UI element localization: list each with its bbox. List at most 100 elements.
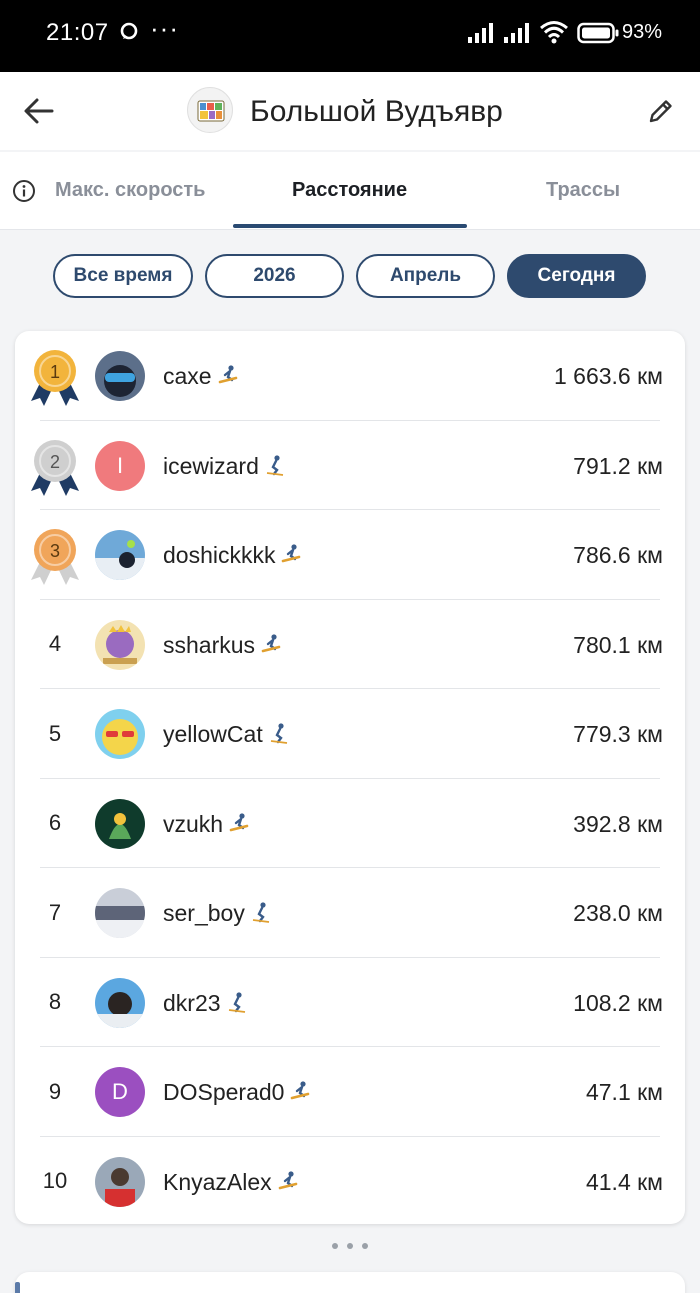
- username-text: KnyazAlex: [163, 1168, 272, 1195]
- signal-icon: [468, 23, 493, 43]
- svg-text:2: 2: [50, 452, 60, 472]
- back-arrow-icon[interactable]: [22, 94, 56, 128]
- rank-number: 6: [48, 810, 62, 835]
- distance-value: 238.0 км: [573, 900, 663, 926]
- distance-value: 791.2 км: [573, 452, 663, 479]
- avatar[interactable]: I: [95, 440, 145, 491]
- status-more-icon: ···: [150, 13, 179, 43]
- username-text: dkr23: [163, 989, 221, 1016]
- avatar[interactable]: [95, 351, 145, 401]
- avatar[interactable]: [95, 709, 145, 759]
- snowboarder-icon: [261, 633, 281, 652]
- pencil-icon[interactable]: [646, 96, 676, 126]
- tab-bar: Макс. скорость Расстояние Трассы: [0, 152, 700, 230]
- username: vzukh: [163, 811, 250, 838]
- leaderboard-card: 1 caxe 1 663.6 км 2 Iicewizard 791.2 км 3 doshi…: [15, 331, 685, 1224]
- avatar[interactable]: [95, 530, 145, 580]
- username: doshickkkk: [163, 542, 302, 569]
- rank-number: 10: [42, 1168, 68, 1193]
- username: dkr23: [163, 990, 248, 1017]
- leaderboard-row[interactable]: 7 ser_boy 238.0 км: [15, 868, 685, 958]
- tab-max-speed[interactable]: Макс. скорость: [55, 179, 205, 202]
- username-text: vzukh: [163, 810, 224, 837]
- skier-icon: [266, 454, 283, 476]
- username: ser_boy: [163, 900, 272, 927]
- avatar[interactable]: D: [95, 1067, 145, 1117]
- chat-bubble-icon: [120, 22, 138, 40]
- username-text: yellowCat: [163, 721, 263, 747]
- rank-medal-icon: 2: [27, 437, 83, 499]
- leaderboard-row[interactable]: 3 doshickkkk 786.6 км: [15, 510, 685, 600]
- distance-value: 779.3 км: [573, 721, 663, 747]
- filter-year[interactable]: 2026: [205, 254, 344, 298]
- snowboarder-icon: [218, 365, 237, 384]
- battery-percent: 93%: [622, 21, 663, 43]
- tab-tracks[interactable]: Трассы: [546, 179, 620, 202]
- status-time: 21:07: [46, 19, 109, 46]
- distance-value: 1 663.6 км: [553, 363, 663, 389]
- rank-number: 7: [48, 899, 62, 925]
- snowboarder-icon: [291, 1081, 310, 1100]
- signal-icon: [504, 23, 529, 43]
- username-text: ssharkus: [163, 631, 256, 658]
- resort-logo: [187, 87, 233, 133]
- skier-icon: [228, 991, 245, 1013]
- page-title: Большой Вудъявр: [250, 95, 503, 128]
- rank-medal-icon: 1: [27, 347, 83, 409]
- skier-icon: [270, 723, 287, 744]
- leaderboard-row[interactable]: 5 yellowCat 779.3 км: [15, 689, 685, 779]
- username: caxe: [163, 363, 239, 390]
- rank-medal-icon: 3: [27, 526, 83, 588]
- more-dots-icon[interactable]: [332, 1243, 368, 1253]
- leaderboard-row[interactable]: 1 caxe 1 663.6 км: [15, 331, 685, 421]
- leaderboard-row[interactable]: 2 Iicewizard 791.2 км: [15, 421, 685, 510]
- leaderboard-row[interactable]: 10 KnyazAlex 41.4 км: [15, 1137, 685, 1227]
- username: yellowCat: [163, 721, 290, 748]
- rank-number: 5: [48, 720, 62, 746]
- snowboarder-icon: [278, 1170, 297, 1189]
- username: icewizard: [163, 453, 286, 480]
- rank-number: 4: [48, 631, 62, 656]
- info-icon[interactable]: [12, 179, 36, 203]
- battery-icon: [577, 22, 619, 44]
- snowboarder-icon: [229, 812, 249, 831]
- distance-value: 392.8 км: [573, 810, 663, 837]
- snowboarder-icon: [282, 544, 301, 563]
- svg-text:1: 1: [50, 362, 60, 382]
- username-text: DOSperad0: [163, 1079, 285, 1105]
- username: ssharkus: [163, 632, 282, 659]
- wifi-icon: [540, 21, 568, 44]
- username-text: ser_boy: [163, 900, 245, 926]
- leaderboard-row[interactable]: 9 D DOSperad0 47.1 км: [15, 1047, 685, 1137]
- active-tab-indicator: [233, 224, 467, 228]
- avatar[interactable]: [95, 798, 145, 849]
- status-bar: 21:07 ··· 93%: [0, 0, 700, 72]
- distance-value: 41.4 км: [585, 1168, 663, 1195]
- distance-value: 780.1 км: [573, 631, 663, 658]
- leaderboard-row[interactable]: 6 vzukh 392.8 км: [15, 779, 685, 868]
- filter-month[interactable]: Апрель: [356, 254, 495, 298]
- avatar-letter: I: [116, 452, 124, 478]
- avatar[interactable]: [95, 619, 145, 670]
- avatar[interactable]: [95, 888, 145, 938]
- avatar[interactable]: [95, 977, 145, 1028]
- username: DOSperad0: [163, 1079, 311, 1106]
- username-text: caxe: [163, 363, 212, 389]
- rank-number: 9: [48, 1078, 62, 1104]
- avatar-letter: D: [112, 1079, 128, 1104]
- distance-value: 108.2 км: [573, 989, 663, 1016]
- leaderboard-row[interactable]: 4 ssharkus 780.1 км: [15, 600, 685, 689]
- username: KnyazAlex: [163, 1169, 299, 1196]
- rank-number: 8: [48, 989, 62, 1014]
- leaderboard-row[interactable]: 8 dkr23 108.2 км: [15, 958, 685, 1047]
- username-text: icewizard: [163, 452, 259, 479]
- skier-icon: [252, 902, 269, 923]
- tab-distance[interactable]: Расстояние: [292, 179, 407, 202]
- username-text: doshickkkk: [163, 542, 276, 568]
- filter-all-time[interactable]: Все время: [53, 254, 193, 298]
- avatar[interactable]: [95, 1156, 145, 1207]
- distance-value: 786.6 км: [573, 542, 663, 568]
- app-bar: Большой Вудъявр: [0, 72, 700, 150]
- filter-today[interactable]: Сегодня: [507, 254, 646, 298]
- distance-value: 47.1 км: [585, 1079, 663, 1105]
